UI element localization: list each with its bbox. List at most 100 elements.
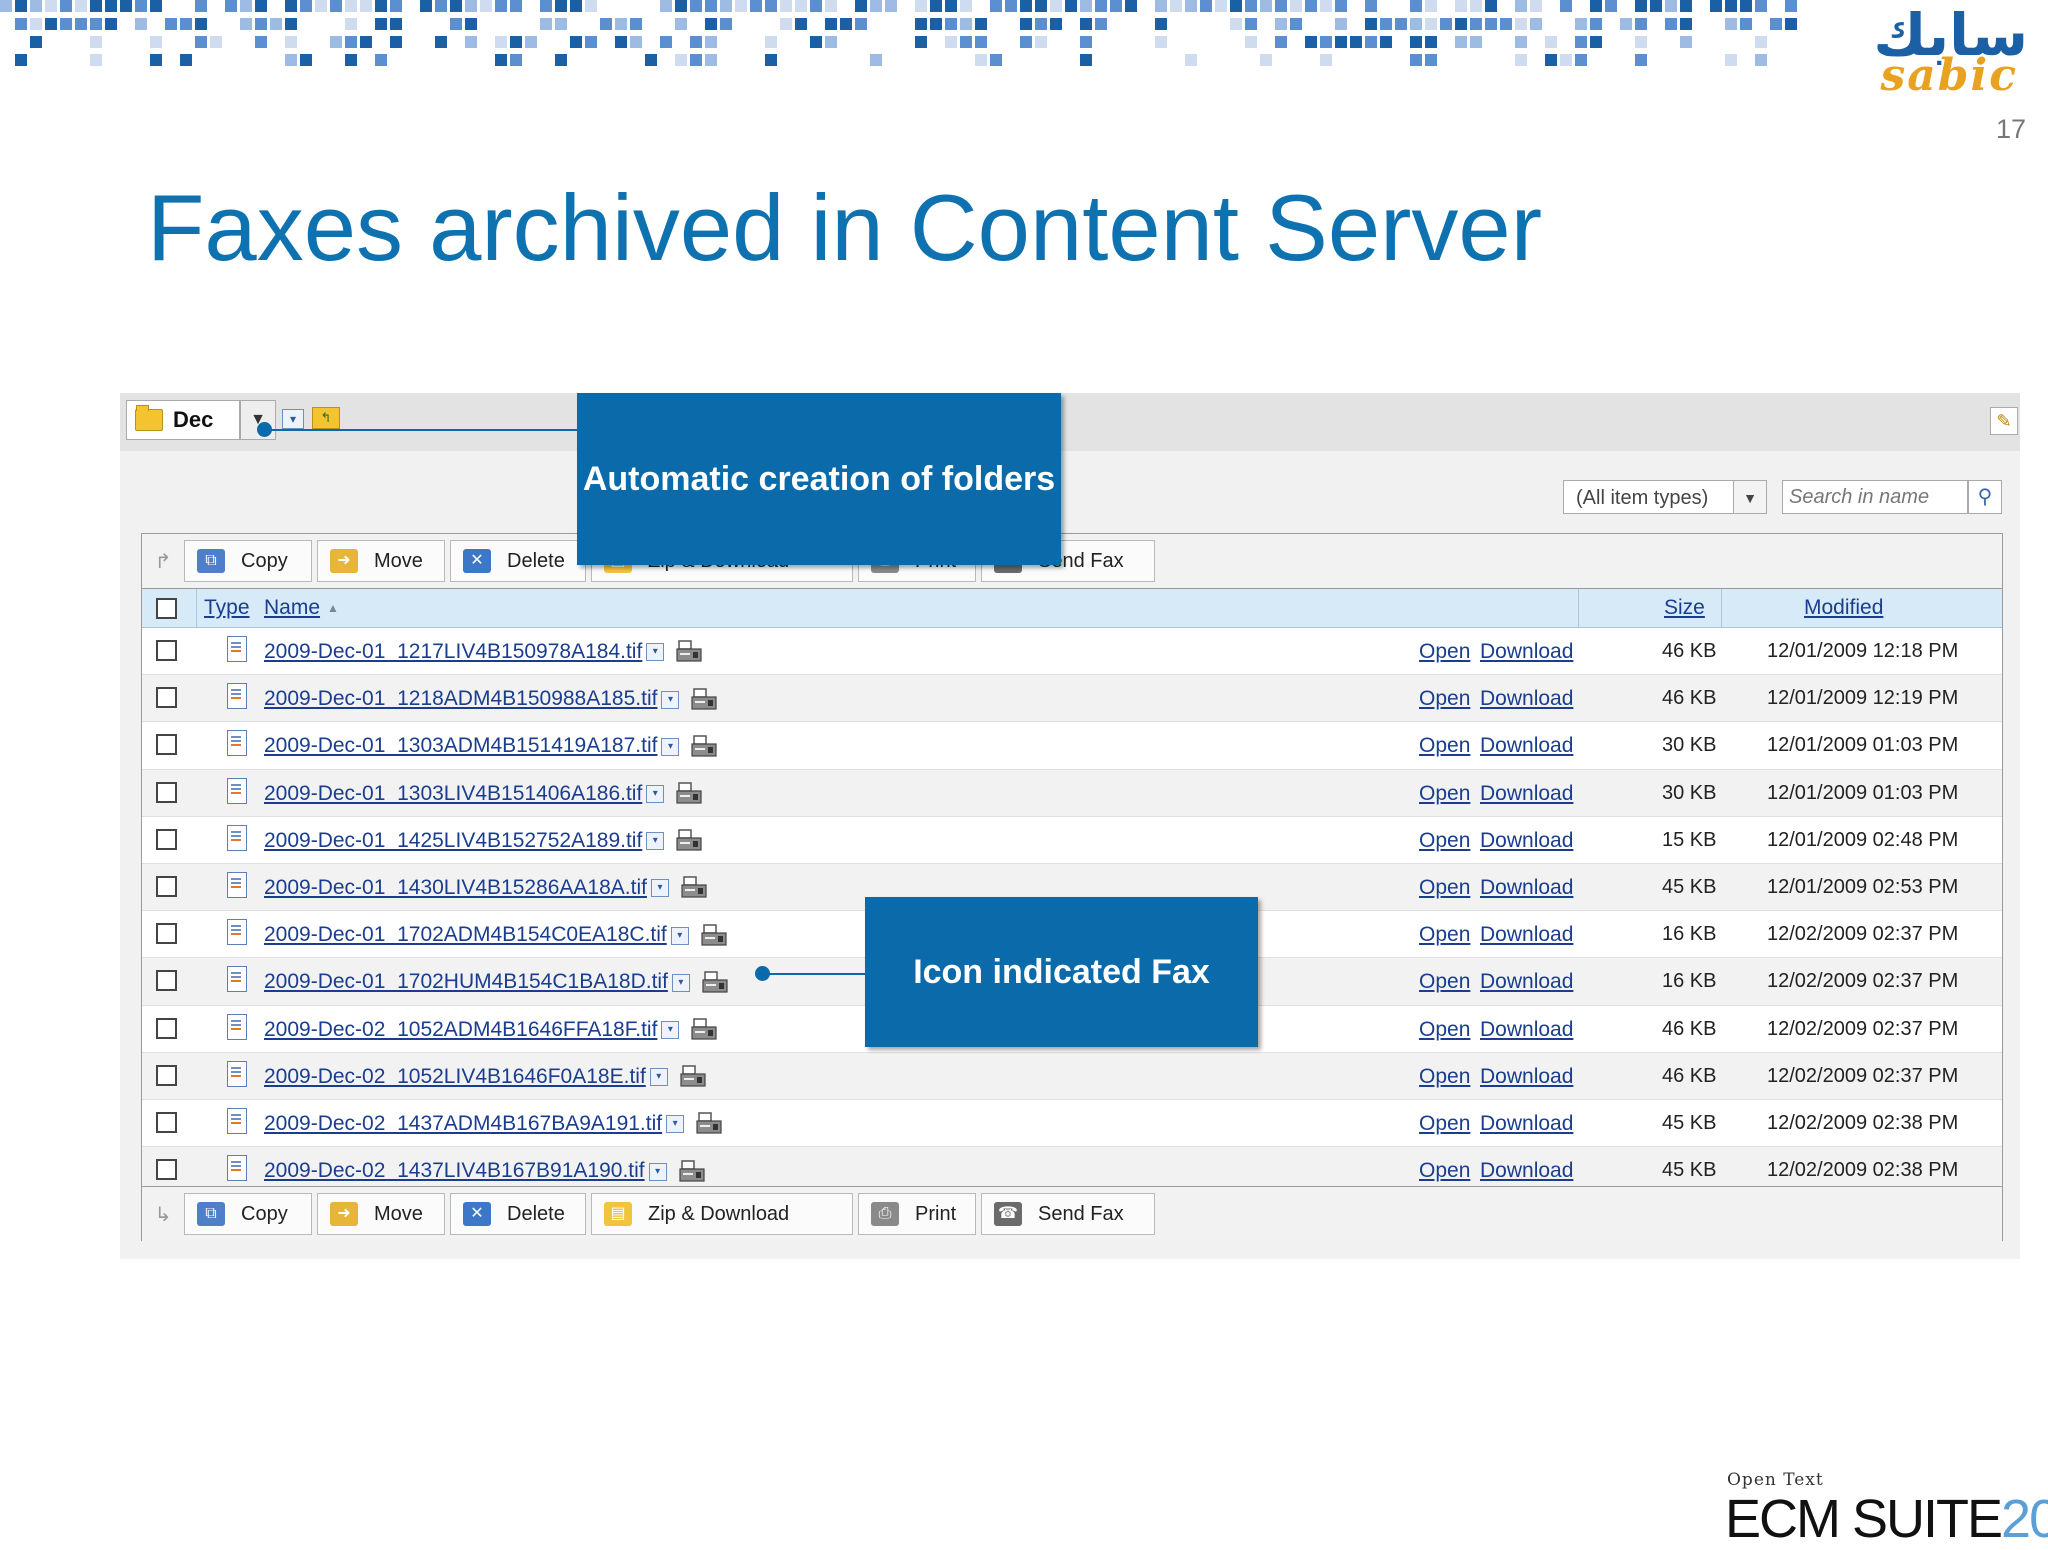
modified-column-header[interactable]: Modified: [1804, 596, 1883, 620]
row-checkbox[interactable]: [156, 1111, 177, 1133]
delete-button[interactable]: ✕ Delete: [450, 1193, 586, 1235]
print-button[interactable]: ⎙ Print: [858, 1193, 976, 1235]
pattern-square: [1275, 18, 1287, 30]
pattern-square: [435, 36, 447, 48]
row-checkbox[interactable]: [156, 640, 177, 661]
file-name: 2009-Dec-01_1425LIV4B152752A189.tif: [264, 828, 643, 852]
file-name-link[interactable]: 2009-Dec-01_1702ADM4B154C0EA18C.tif ▾: [264, 923, 727, 947]
pattern-square: [1590, 0, 1602, 12]
function-menu-icon[interactable]: ▾: [646, 785, 665, 804]
download-link[interactable]: Download: [1480, 782, 1573, 806]
open-link[interactable]: Open: [1419, 734, 1470, 758]
function-menu-icon[interactable]: ▾: [661, 1020, 680, 1039]
pattern-square: [1005, 0, 1017, 12]
file-name-link[interactable]: 2009-Dec-01_1702HUM4B154C1BA18D.tif ▾: [264, 970, 728, 994]
file-name-link[interactable]: 2009-Dec-01_1217LIV4B150978A184.tif ▾: [264, 640, 702, 664]
download-link[interactable]: Download: [1480, 1159, 1573, 1183]
download-link[interactable]: Download: [1480, 640, 1573, 664]
open-link[interactable]: Open: [1419, 1018, 1470, 1042]
function-menu-icon[interactable]: ▾: [666, 1115, 685, 1134]
pattern-square: [585, 0, 597, 12]
download-link[interactable]: Download: [1480, 734, 1573, 758]
move-button[interactable]: ➜ Move: [317, 1193, 445, 1235]
pattern-square: [1245, 36, 1257, 48]
file-name-link[interactable]: 2009-Dec-02_1437LIV4B167B91A190.tif ▾: [264, 1159, 705, 1183]
download-link[interactable]: Download: [1480, 1065, 1573, 1089]
function-menu-icon[interactable]: ▾: [646, 832, 665, 851]
download-link[interactable]: Download: [1480, 876, 1573, 900]
open-link[interactable]: Open: [1419, 1159, 1470, 1183]
size-column-header[interactable]: Size: [1664, 596, 1705, 620]
move-icon: ➜: [330, 549, 358, 573]
pattern-square: [15, 18, 27, 30]
download-link[interactable]: Download: [1480, 970, 1573, 994]
row-checkbox[interactable]: [156, 970, 177, 992]
opentext-brand: Open Text: [1727, 1470, 1824, 1490]
send-fax-button[interactable]: ☎ Send Fax: [981, 1193, 1155, 1235]
pattern-square: [1080, 36, 1092, 48]
copy-button[interactable]: ⧉ Copy: [184, 540, 312, 582]
function-menu-icon[interactable]: ▾: [650, 879, 669, 898]
move-button[interactable]: ➜ Move: [317, 540, 445, 582]
open-link[interactable]: Open: [1419, 970, 1470, 994]
row-checkbox[interactable]: [156, 734, 177, 756]
select-all-checkbox[interactable]: [156, 598, 177, 619]
fax-indicator-icon: [691, 687, 718, 712]
function-menu-icon[interactable]: ▾: [670, 926, 689, 945]
file-name-link[interactable]: 2009-Dec-02_1437ADM4B167BA9A191.tif ▾: [264, 1112, 722, 1136]
function-menu-icon[interactable]: ▾: [648, 1162, 667, 1181]
open-link[interactable]: Open: [1419, 687, 1470, 711]
file-name: 2009-Dec-01_1303ADM4B151419A187.tif: [264, 734, 658, 758]
row-checkbox[interactable]: [156, 687, 177, 709]
pattern-square: [480, 0, 492, 12]
file-modified: 12/02/2009 02:37 PM: [1767, 923, 1959, 946]
download-link[interactable]: Download: [1480, 1018, 1573, 1042]
file-name-link[interactable]: 2009-Dec-01_1430LIV4B15286AA18A.tif ▾: [264, 876, 707, 900]
function-menu-icon[interactable]: ▾: [649, 1068, 668, 1087]
file-name-link[interactable]: 2009-Dec-02_1052LIV4B1646F0A18E.tif ▾: [264, 1065, 706, 1089]
parent-folder-icon[interactable]: ↰: [312, 407, 340, 429]
edit-pencil-icon[interactable]: ✎: [1990, 407, 2018, 435]
pattern-square: [1560, 0, 1572, 12]
function-menu-icon[interactable]: ▾: [646, 643, 665, 662]
download-link[interactable]: Download: [1480, 923, 1573, 947]
current-folder[interactable]: Dec: [126, 400, 240, 440]
download-link[interactable]: Download: [1480, 687, 1573, 711]
open-link[interactable]: Open: [1419, 782, 1470, 806]
search-icon[interactable]: ⚲: [1968, 480, 2002, 514]
row-checkbox[interactable]: [156, 923, 177, 945]
row-checkbox[interactable]: [156, 1159, 177, 1181]
row-checkbox[interactable]: [156, 781, 177, 803]
row-checkbox[interactable]: [156, 1017, 177, 1039]
search-in-name-input[interactable]: Search in name: [1782, 480, 1968, 514]
pattern-square: [1590, 36, 1602, 48]
open-link[interactable]: Open: [1419, 1112, 1470, 1136]
open-link[interactable]: Open: [1419, 876, 1470, 900]
delete-button[interactable]: ✕ Delete: [450, 540, 586, 582]
file-name-link[interactable]: 2009-Dec-02_1052ADM4B1646FFA18F.tif ▾: [264, 1018, 718, 1042]
function-menu-icon[interactable]: ▾: [282, 409, 304, 429]
row-checkbox[interactable]: [156, 875, 177, 897]
download-link[interactable]: Download: [1480, 1112, 1573, 1136]
file-name-link[interactable]: 2009-Dec-01_1425LIV4B152752A189.tif ▾: [264, 829, 702, 853]
chevron-down-icon: ▼: [1733, 481, 1766, 513]
download-link[interactable]: Download: [1480, 829, 1573, 853]
function-menu-icon[interactable]: ▾: [671, 973, 690, 992]
open-link[interactable]: Open: [1419, 1065, 1470, 1089]
file-name-link[interactable]: 2009-Dec-01_1303ADM4B151419A187.tif ▾: [264, 734, 718, 758]
file-name-link[interactable]: 2009-Dec-01_1218ADM4B150988A185.tif ▾: [264, 687, 718, 712]
open-link[interactable]: Open: [1419, 640, 1470, 664]
row-checkbox[interactable]: [156, 828, 177, 850]
file-name-link[interactable]: 2009-Dec-01_1303LIV4B151406A186.tif ▾: [264, 782, 702, 806]
function-menu-icon[interactable]: ▾: [661, 737, 680, 756]
tif-document-icon: [227, 636, 247, 662]
function-menu-icon[interactable]: ▾: [661, 690, 680, 709]
name-column-header[interactable]: Name: [264, 596, 320, 620]
open-link[interactable]: Open: [1419, 829, 1470, 853]
row-checkbox[interactable]: [156, 1064, 177, 1086]
open-link[interactable]: Open: [1419, 923, 1470, 947]
type-column-header[interactable]: Type: [204, 596, 250, 620]
zip-download-button[interactable]: ▤ Zip & Download: [591, 1193, 853, 1235]
item-type-filter[interactable]: (All item types) ▼: [1563, 480, 1767, 514]
copy-button[interactable]: ⧉ Copy: [184, 1193, 312, 1235]
